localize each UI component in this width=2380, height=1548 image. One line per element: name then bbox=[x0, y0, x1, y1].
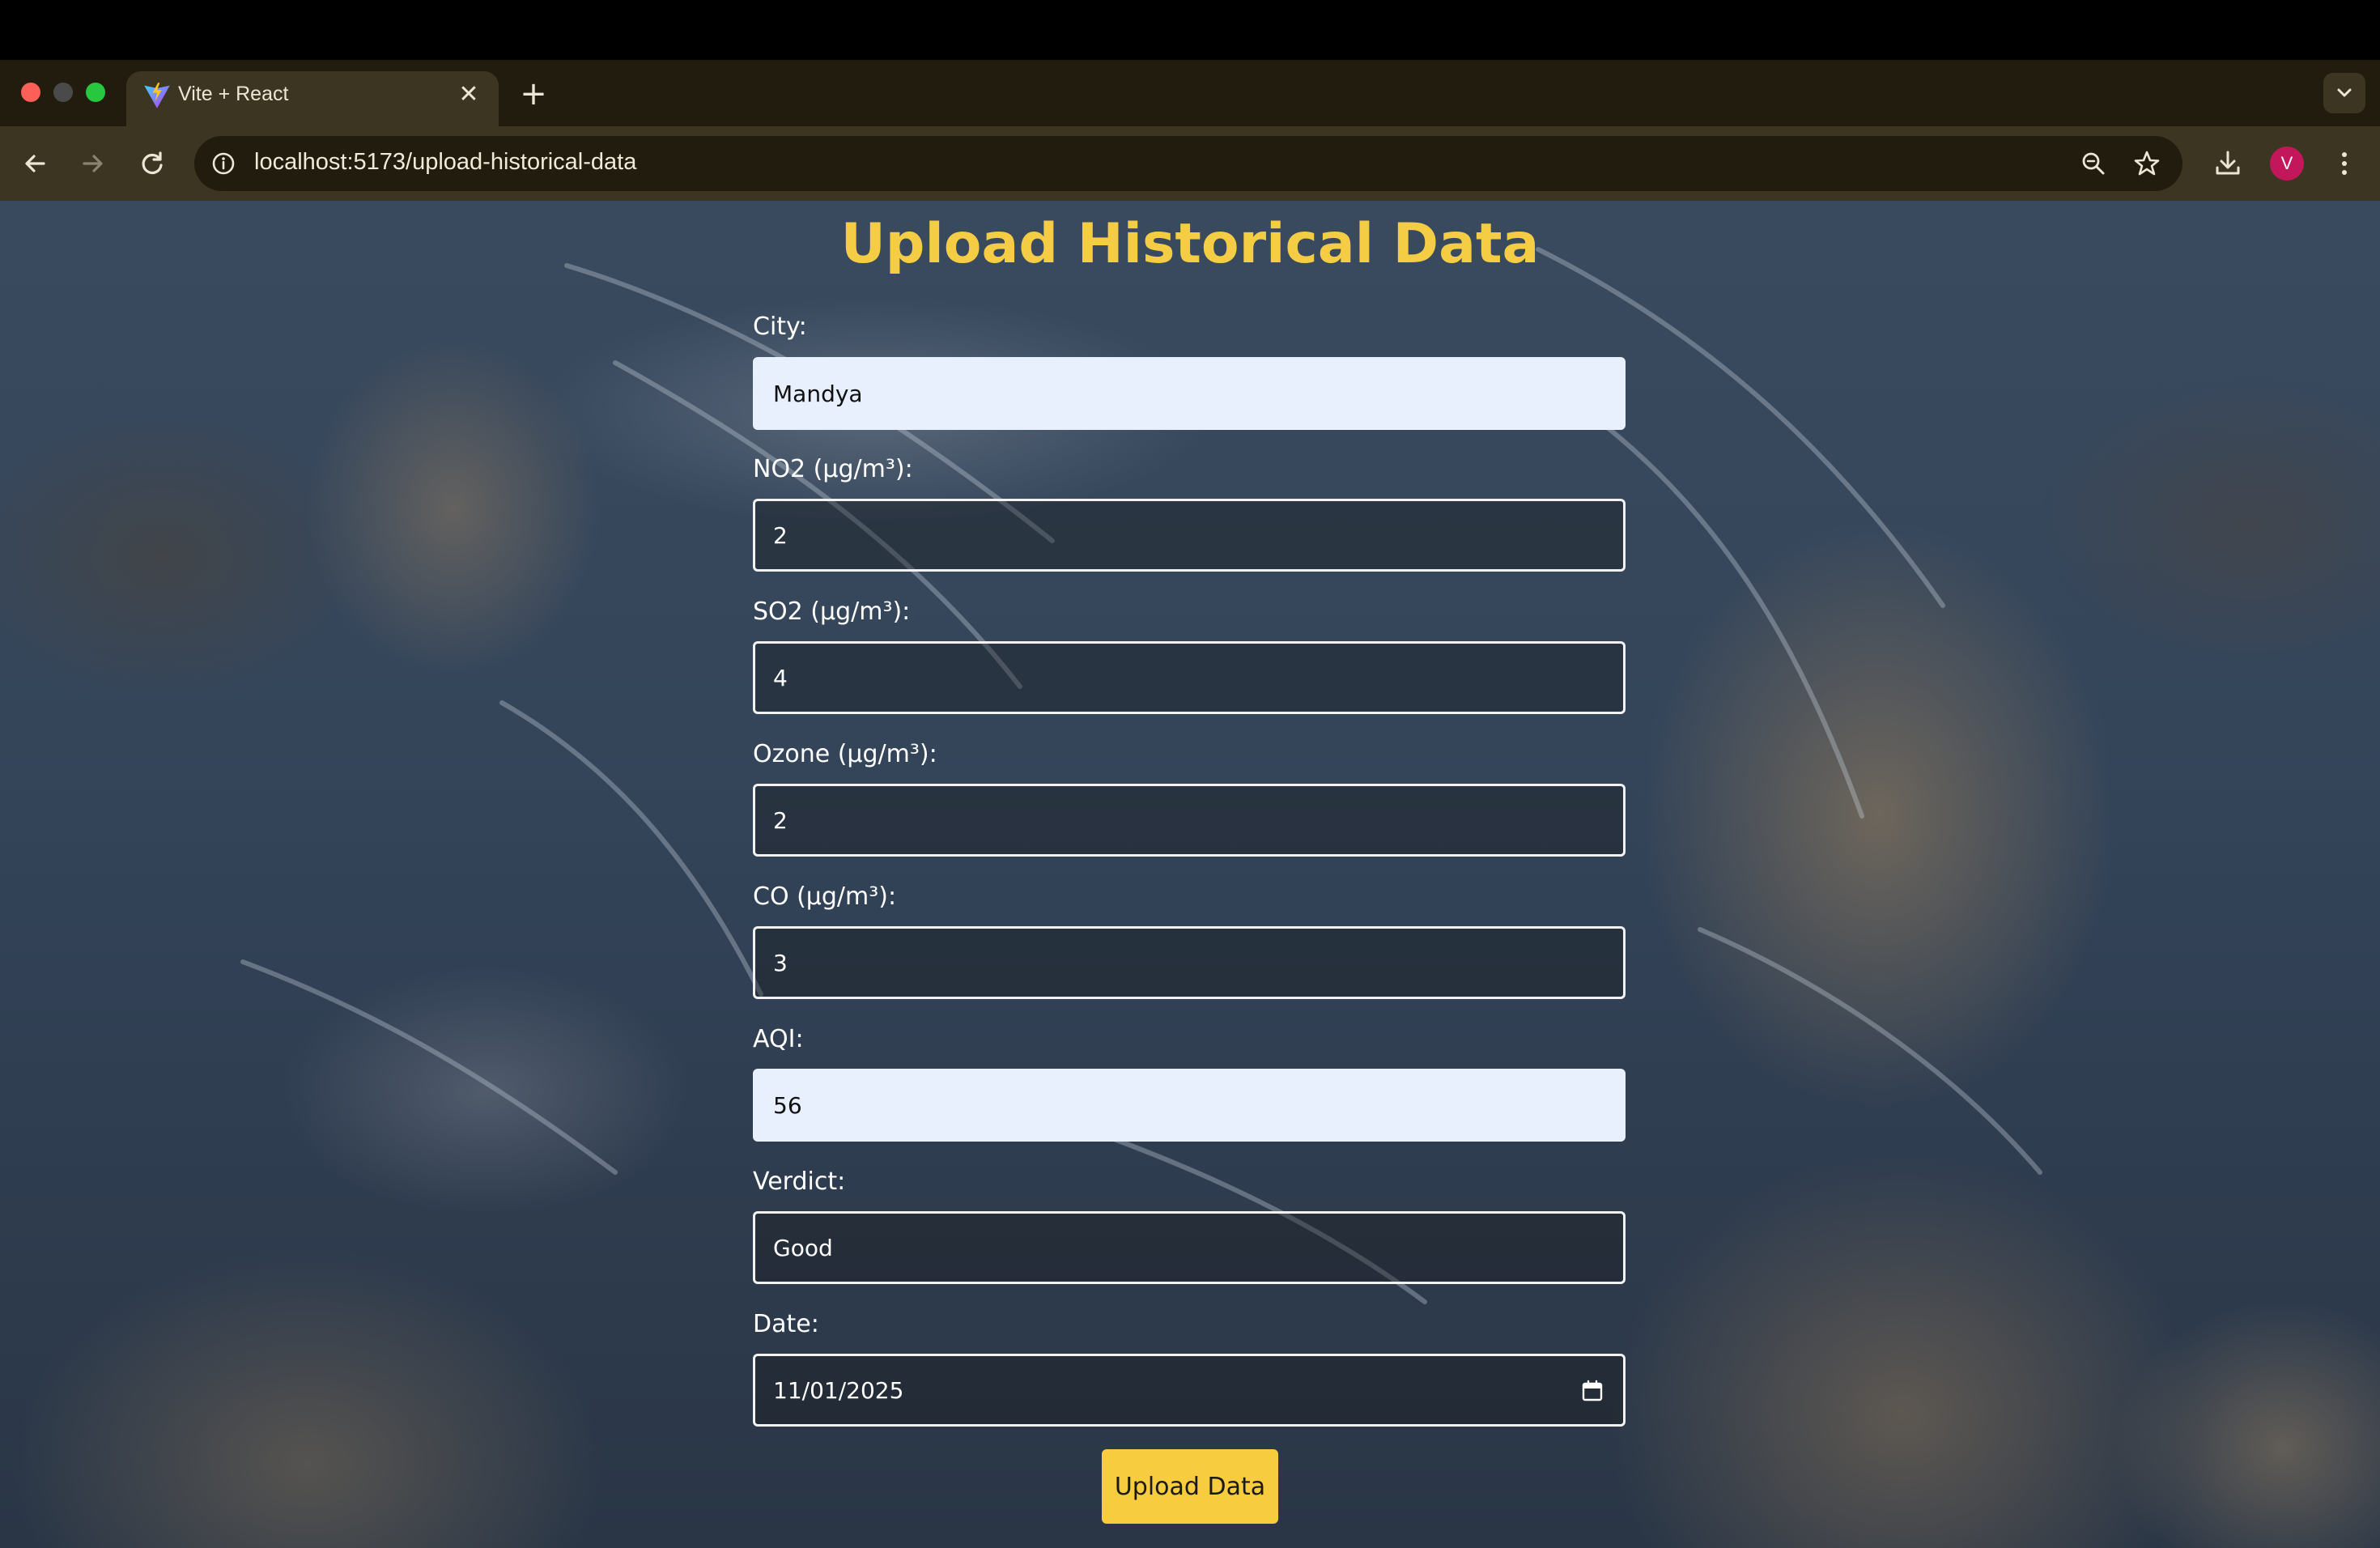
close-window-button[interactable] bbox=[21, 83, 40, 102]
vite-favicon bbox=[144, 83, 170, 108]
co-label: CO (µg/m³): bbox=[753, 882, 897, 911]
back-arrow-icon[interactable] bbox=[16, 144, 55, 183]
date-input[interactable] bbox=[753, 1354, 1626, 1427]
star-icon[interactable] bbox=[2131, 147, 2163, 180]
ozone-label: Ozone (µg/m³): bbox=[753, 740, 937, 768]
page-title: Upload Historical Data bbox=[840, 212, 1540, 276]
co-input[interactable] bbox=[753, 926, 1626, 999]
upload-data-button[interactable]: Upload Data bbox=[1102, 1449, 1278, 1524]
so2-label: SO2 (µg/m³): bbox=[753, 598, 911, 626]
more-vert-icon[interactable] bbox=[2327, 146, 2362, 181]
close-icon[interactable]: ✕ bbox=[455, 81, 482, 108]
address-bar[interactable]: localhost:5173/upload-historical-data bbox=[194, 136, 2182, 191]
avatar[interactable]: V bbox=[2270, 147, 2304, 181]
forward-arrow-icon[interactable] bbox=[73, 144, 112, 183]
no2-input[interactable] bbox=[753, 499, 1626, 572]
page-viewport: Upload Historical Data City: NO2 (µg/m³)… bbox=[0, 201, 2380, 1548]
zoom-icon[interactable] bbox=[2077, 147, 2110, 180]
tab-search-button[interactable] bbox=[2323, 73, 2365, 113]
city-input[interactable] bbox=[753, 357, 1626, 430]
minimize-window-button[interactable] bbox=[53, 83, 73, 102]
url-text[interactable]: localhost:5173/upload-historical-data bbox=[254, 149, 636, 176]
verdict-label: Verdict: bbox=[753, 1167, 846, 1196]
no2-label: NO2 (µg/m³): bbox=[753, 455, 913, 483]
so2-input[interactable] bbox=[753, 641, 1626, 714]
tab-active[interactable]: Vite + React ✕ bbox=[126, 71, 499, 126]
maximize-window-button[interactable] bbox=[86, 83, 105, 102]
calendar-icon[interactable] bbox=[1580, 1379, 1604, 1403]
site-info-icon[interactable] bbox=[206, 146, 241, 181]
reload-icon[interactable] bbox=[133, 144, 172, 183]
chevron-down-icon bbox=[2337, 88, 2352, 97]
tab-title: Vite + React bbox=[178, 83, 289, 105]
download-icon[interactable] bbox=[2210, 146, 2246, 181]
plus-icon[interactable]: + bbox=[515, 76, 552, 113]
ozone-input[interactable] bbox=[753, 784, 1626, 857]
date-label: Date: bbox=[753, 1310, 819, 1338]
menu-bar-strip bbox=[0, 0, 2380, 60]
aqi-label: AQI: bbox=[753, 1025, 804, 1053]
verdict-input[interactable] bbox=[753, 1211, 1626, 1284]
city-label: City: bbox=[753, 313, 807, 341]
aqi-input[interactable] bbox=[753, 1069, 1626, 1142]
